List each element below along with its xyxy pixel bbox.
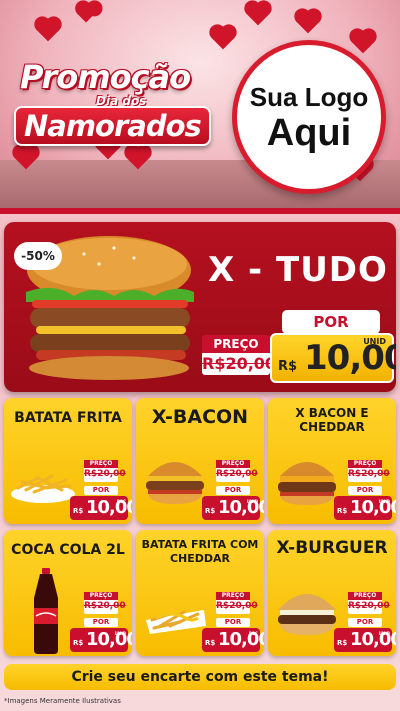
price-tag: R$ 10,00 POÇ — [202, 628, 264, 652]
heart-icon — [77, 5, 95, 23]
por-label: POR — [84, 618, 118, 627]
price-currency: R$ — [73, 639, 84, 647]
old-price: PREÇO R$20,00 — [216, 592, 258, 614]
old-price: PREÇO R$20,00 — [216, 460, 258, 482]
old-price: PREÇO R$20,00 — [84, 460, 126, 482]
featured-product-card: -50% X - TUDO POR PREÇO R$20,00 UNID R$ … — [4, 222, 396, 392]
product-title: COCA COLA 2L — [11, 542, 125, 558]
price-value: 10,00 — [304, 338, 396, 378]
old-price-label: PREÇO — [216, 460, 250, 468]
old-price: PREÇO R$20,00 — [348, 592, 390, 614]
old-price-value: R$20,00 — [202, 353, 277, 375]
price-currency: R$ — [205, 639, 216, 647]
old-price: PREÇO R$20,00 — [84, 592, 126, 614]
soda-bottle-image — [34, 568, 58, 654]
old-price-label: PREÇO — [84, 592, 118, 600]
heart-icon — [296, 10, 320, 34]
featured-price-tag: UNID R$ 10,00 — [270, 333, 396, 383]
product-title: X-BACON — [151, 406, 249, 428]
por-label: POR — [216, 618, 250, 627]
por-label: POR — [84, 486, 118, 495]
logo-text-line2: Aqui — [266, 111, 352, 154]
heart-icon — [246, 2, 270, 26]
price-unit: POÇ — [116, 499, 126, 504]
price-unit: UNID — [378, 499, 390, 504]
discount-badge: -50% — [14, 242, 62, 270]
header-divider — [0, 208, 400, 214]
header-banner: Promoção Dia dos Namorados Sua Logo Aqui — [0, 0, 400, 208]
product-title: BATATA FRITA COM CHEDDAR — [141, 538, 259, 565]
product-card-batata-cheddar: BATATA FRITA COM CHEDDAR PREÇO R$20,00 P… — [136, 530, 264, 656]
product-card-x-bacon: X-BACON PREÇO R$20,00 POR R$ 10,00 UNID — [136, 398, 264, 524]
burger-image — [278, 594, 336, 635]
heart-icon — [351, 30, 375, 54]
price-tag: R$ 10,00 UNID — [334, 496, 396, 520]
cta-banner: Crie seu encarte com este tema! — [4, 664, 396, 690]
old-price-value: R$20,00 — [348, 469, 390, 479]
fries-image — [11, 474, 75, 503]
price-tag: R$ 10,00 UNID — [202, 496, 264, 520]
old-price-label: PREÇO — [348, 592, 382, 600]
price-currency: R$ — [337, 639, 348, 647]
burger-image — [278, 462, 336, 505]
old-price-value: R$20,00 — [84, 601, 126, 611]
logo-text-line1: Sua Logo — [249, 81, 369, 112]
old-price: PREÇO R$20,00 — [348, 460, 390, 482]
por-label: POR — [348, 618, 382, 627]
product-card-coca-cola: COCA COLA 2L PREÇO R$20,00 POR R$ 10,00 … — [4, 530, 132, 656]
price-unit: UNID — [114, 631, 126, 636]
promo-title-namorados: Namorados — [14, 106, 211, 146]
price-tag: R$ 10,00 UNID — [70, 628, 132, 652]
price-unit: UNID — [246, 499, 258, 504]
old-price-value: R$20,00 — [216, 601, 258, 611]
logo-placeholder: Sua Logo Aqui — [232, 40, 386, 194]
product-card-batata-frita: BATATA FRITA PREÇO R$20,00 POR R$ 10,00 … — [4, 398, 132, 524]
old-price-value: R$20,00 — [348, 601, 390, 611]
price-tag: R$ 10,00 POÇ — [70, 496, 132, 520]
price-currency: R$ — [337, 507, 348, 515]
product-title: X BACON E CHEDDAR — [295, 406, 369, 434]
promo-title: Promoção — [20, 58, 191, 96]
promo-title-block: Promoção Dia dos Namorados — [14, 58, 214, 154]
price-unit: POÇ — [248, 631, 258, 636]
featured-por-label: POR — [282, 310, 380, 334]
old-price-label: PREÇO — [202, 335, 270, 353]
product-card-x-burguer: X-BURGUER PREÇO R$20,00 POR R$ 10,00 UNI… — [268, 530, 396, 656]
featured-product-title: X - TUDO — [208, 250, 388, 290]
price-currency: R$ — [278, 359, 298, 374]
heart-icon — [211, 26, 235, 50]
old-price-label: PREÇO — [348, 460, 382, 468]
price-currency: R$ — [205, 507, 216, 515]
price-currency: R$ — [73, 507, 84, 515]
featured-old-price: PREÇO R$20,00 — [202, 335, 277, 379]
por-label: POR — [216, 486, 250, 495]
heart-icon — [36, 18, 60, 42]
disclaimer-text: *Imagens Meramente Ilustrativas — [4, 697, 121, 705]
product-title: BATATA FRITA — [14, 410, 122, 426]
fries-cheddar-image — [146, 610, 206, 634]
price-unit: UNID — [378, 631, 390, 636]
old-price-value: R$20,00 — [84, 469, 126, 479]
old-price-value: R$20,00 — [216, 469, 258, 479]
burger-image — [146, 462, 204, 504]
por-label: POR — [348, 486, 382, 495]
old-price-label: PREÇO — [216, 592, 250, 600]
product-card-x-bacon-cheddar: X BACON E CHEDDAR PREÇO R$20,00 POR R$ 1… — [268, 398, 396, 524]
price-tag: R$ 10,00 UNID — [334, 628, 396, 652]
product-title: X-BURGUER — [276, 538, 388, 558]
old-price-label: PREÇO — [84, 460, 118, 468]
